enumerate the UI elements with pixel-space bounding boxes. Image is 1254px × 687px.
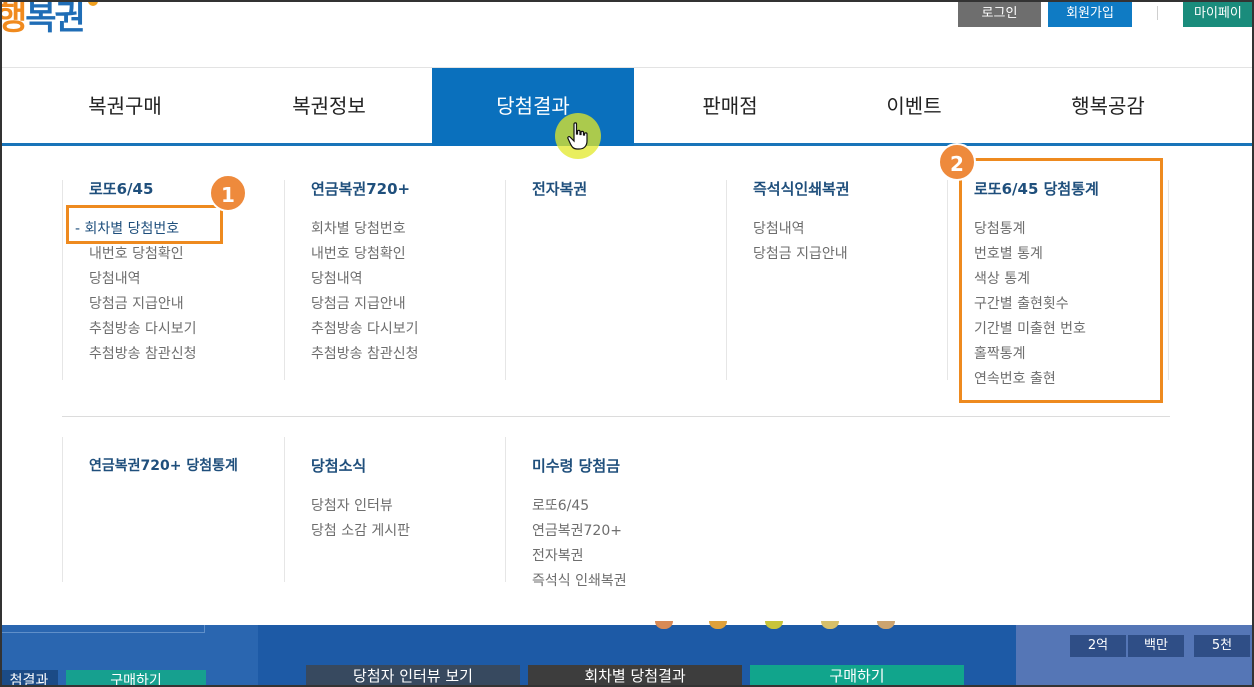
background-page: 첨결과 구매하기 당첨자 인터뷰 보기 회차별 당첨결과 구매하기 2억 백만 … bbox=[0, 621, 1254, 687]
nav-lottery-info[interactable]: 복권정보 bbox=[229, 68, 429, 146]
logo-dot-icon bbox=[87, 0, 98, 6]
bg-results-button[interactable]: 첨결과 bbox=[0, 670, 58, 687]
ball-icon bbox=[877, 621, 895, 629]
column-divider bbox=[726, 180, 727, 380]
menu-item-unclaimed-elottery[interactable]: 전자복권 bbox=[532, 544, 627, 569]
menu-item-pension-payout-guide[interactable]: 당첨금 지급안내 bbox=[311, 292, 419, 317]
menu-item-pension-round-numbers[interactable]: 회차별 당첨번호 bbox=[311, 217, 419, 242]
menu-column-unclaimed: 미수령 당첨금 로또6/45 연금복권720+ 전자복권 즉석식 인쇄복권 bbox=[532, 455, 627, 594]
nav-events[interactable]: 이벤트 bbox=[814, 68, 1014, 146]
column-divider bbox=[284, 180, 285, 380]
main-nav: 복권구매 복권정보 당첨결과 판매점 이벤트 행복공감 bbox=[0, 68, 1254, 146]
bg-buy-button-left[interactable]: 구매하기 bbox=[66, 670, 206, 687]
menu-item-pension-draw-attend[interactable]: 추첨방송 참관신청 bbox=[311, 342, 419, 367]
menu-title-pension720[interactable]: 연금복권720+ bbox=[311, 178, 419, 199]
menu-item-instant-winning-history[interactable]: 당첨내역 bbox=[753, 217, 850, 242]
menu-item-lotto-payout-guide[interactable]: 당첨금 지급안내 bbox=[89, 292, 197, 317]
nav-community[interactable]: 행복공감 bbox=[1008, 68, 1208, 146]
logo-text-1: 행 bbox=[0, 0, 27, 38]
ball-icon bbox=[821, 621, 839, 629]
login-button[interactable]: 로그인 bbox=[958, 0, 1041, 27]
menu-title-news[interactable]: 당첨소식 bbox=[311, 455, 410, 476]
highlight-box-2 bbox=[959, 158, 1163, 403]
nav-winning-results[interactable]: 당첨결과 bbox=[432, 68, 634, 146]
menu-column-instant: 즉석식인쇄복권 당첨내역 당첨금 지급안내 bbox=[753, 178, 850, 267]
background-line bbox=[0, 632, 204, 633]
round-results-button[interactable]: 회차별 당첨결과 bbox=[528, 665, 742, 685]
menu-title-unclaimed[interactable]: 미수령 당첨금 bbox=[532, 455, 627, 476]
annotation-badge-2: 2 bbox=[938, 143, 976, 181]
prize-tab-1[interactable]: 2억 bbox=[1070, 635, 1126, 657]
menu-item-unclaimed-instant[interactable]: 즉석식 인쇄복권 bbox=[532, 569, 627, 594]
mypage-button[interactable]: 마이페이 bbox=[1183, 0, 1254, 27]
buy-button[interactable]: 구매하기 bbox=[750, 665, 964, 685]
column-divider bbox=[62, 437, 63, 582]
site-logo[interactable]: 행복권 bbox=[0, 0, 98, 39]
menu-item-pension-my-number-check[interactable]: 내번호 당첨확인 bbox=[311, 242, 419, 267]
column-divider bbox=[62, 180, 63, 380]
column-divider bbox=[947, 180, 948, 380]
menu-column-news: 당첨소식 당첨자 인터뷰 당첨 소감 게시판 bbox=[311, 455, 410, 544]
background-line bbox=[204, 625, 205, 633]
menu-item-lotto-draw-attend[interactable]: 추첨방송 참관신청 bbox=[89, 342, 197, 367]
annotation-badge-1: 1 bbox=[209, 174, 247, 212]
menu-item-lotto-my-number-check[interactable]: 내번호 당첨확인 bbox=[89, 242, 197, 267]
menu-item-instant-payout-guide[interactable]: 당첨금 지급안내 bbox=[753, 242, 850, 267]
menu-item-pension-draw-replay[interactable]: 추첨방송 다시보기 bbox=[311, 317, 419, 342]
join-button[interactable]: 회원가입 bbox=[1048, 0, 1132, 27]
hand-cursor-icon bbox=[567, 122, 588, 150]
ball-icon bbox=[709, 621, 727, 629]
column-divider bbox=[1168, 180, 1169, 380]
column-divider bbox=[505, 180, 506, 380]
winner-interview-button[interactable]: 당첨자 인터뷰 보기 bbox=[306, 665, 520, 685]
menu-item-lotto-winning-history[interactable]: 당첨내역 bbox=[89, 267, 197, 292]
menu-item-lotto-draw-replay[interactable]: 추첨방송 다시보기 bbox=[89, 317, 197, 342]
column-divider bbox=[284, 437, 285, 582]
menu-item-pension-winning-history[interactable]: 당첨내역 bbox=[311, 267, 419, 292]
menu-item-unclaimed-lotto[interactable]: 로또6/45 bbox=[532, 494, 627, 519]
prize-tab-2[interactable]: 백만 bbox=[1128, 635, 1184, 657]
menu-column-pension-stats: 연금복권720+ 당첨통계 bbox=[89, 455, 238, 475]
logo-text-2: 복권 bbox=[25, 0, 86, 38]
menu-item-winner-board[interactable]: 당첨 소감 게시판 bbox=[311, 519, 410, 544]
menu-column-pension720: 연금복권720+ 회차별 당첨번호 내번호 당첨확인 당첨내역 당첨금 지급안내… bbox=[311, 178, 419, 367]
ball-icon bbox=[765, 621, 783, 629]
prize-tab-3[interactable]: 5천 bbox=[1194, 635, 1250, 657]
menu-column-elottery: 전자복권 bbox=[532, 178, 587, 199]
menu-item-unclaimed-pension[interactable]: 연금복권720+ bbox=[532, 519, 627, 544]
menu-item-winner-interview[interactable]: 당첨자 인터뷰 bbox=[311, 494, 410, 519]
nav-stores[interactable]: 판매점 bbox=[630, 68, 830, 146]
menu-title-pension-stats[interactable]: 연금복권720+ 당첨통계 bbox=[89, 455, 238, 475]
menu-title-instant[interactable]: 즉석식인쇄복권 bbox=[753, 178, 850, 199]
column-divider bbox=[505, 437, 506, 582]
menu-title-elottery[interactable]: 전자복권 bbox=[532, 178, 587, 199]
prize-panel: 2억 백만 5천 bbox=[1016, 625, 1254, 687]
menu-title-lotto645[interactable]: 로또6/45 bbox=[89, 178, 197, 199]
highlight-box-1 bbox=[66, 205, 223, 244]
top-divider bbox=[1157, 6, 1158, 20]
site-header: 행복권 로그인 회원가입 마이페이 bbox=[0, 0, 1254, 68]
ball-icon bbox=[655, 621, 673, 629]
nav-lottery-purchase[interactable]: 복권구매 bbox=[25, 68, 225, 146]
row-divider bbox=[62, 416, 1170, 417]
